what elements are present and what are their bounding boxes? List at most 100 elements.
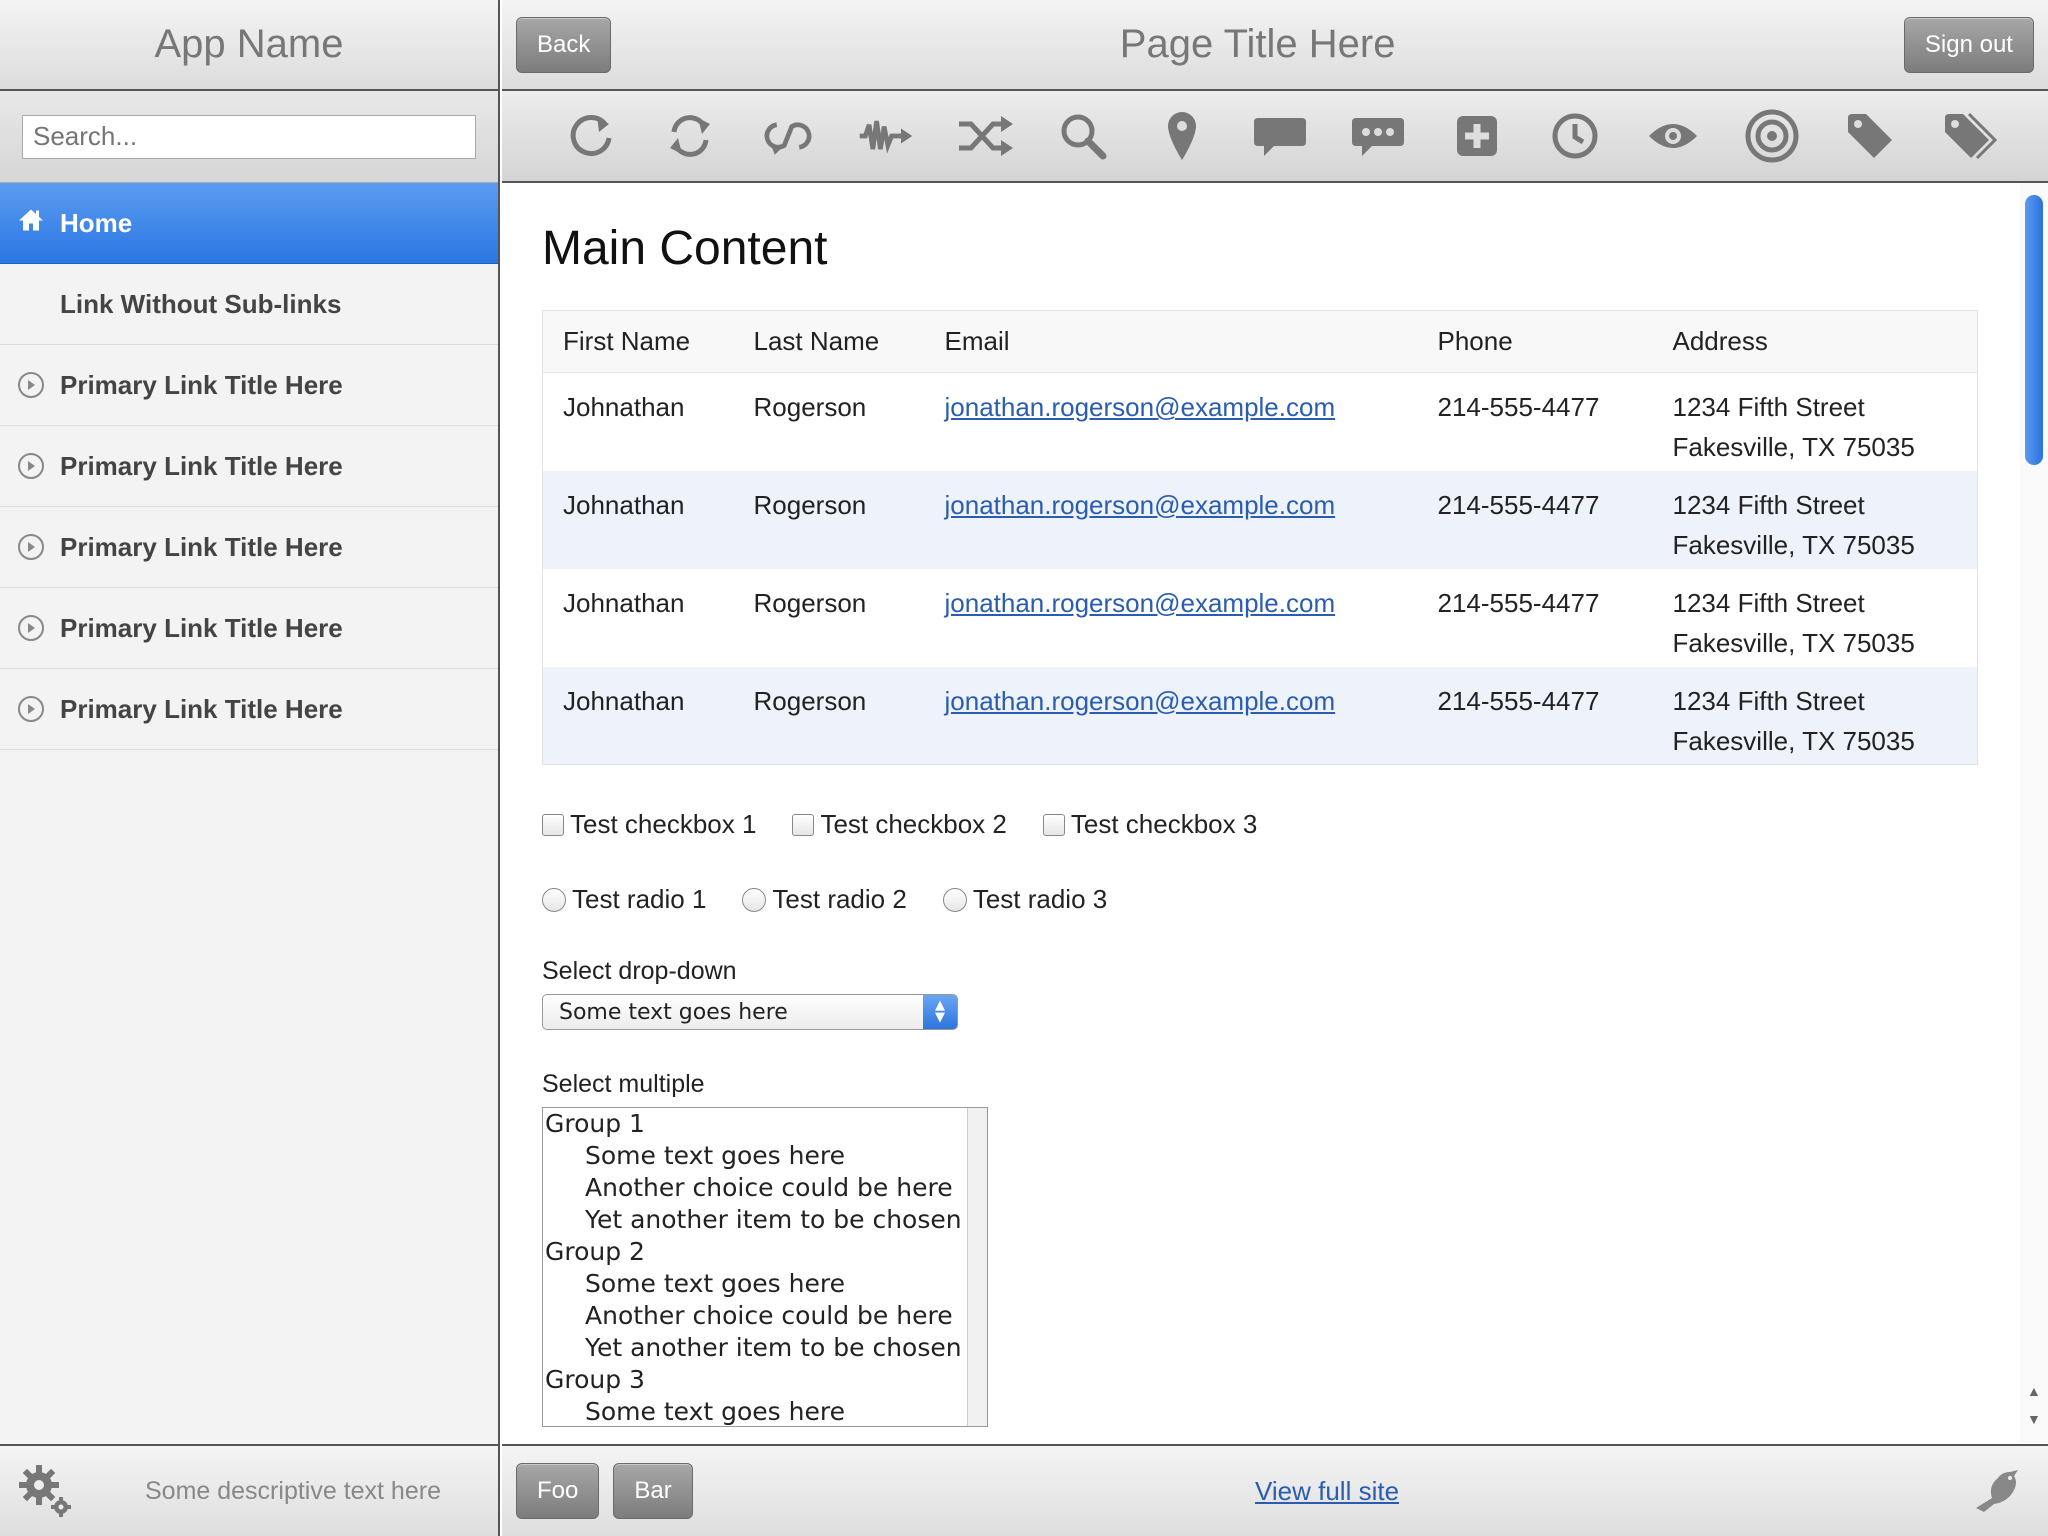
list-option[interactable]: Some text goes here: [545, 1268, 987, 1300]
checkbox-option[interactable]: Test checkbox 1: [542, 809, 756, 840]
optgroup-label: Group 2: [545, 1237, 645, 1266]
cell-first-name: Johnathan: [542, 470, 734, 569]
gear-icon[interactable]: [15, 1461, 75, 1521]
cell-phone: 214-555-4477: [1417, 666, 1653, 765]
checkbox[interactable]: [542, 813, 564, 836]
app-name-header: App Name: [0, 0, 498, 91]
plus-box-icon[interactable]: [1447, 106, 1507, 166]
sidebar-item-primary-link[interactable]: Primary Link Title Here: [0, 507, 498, 588]
checkbox[interactable]: [792, 813, 815, 836]
comment-icon[interactable]: [1348, 106, 1408, 166]
sidebar-item-primary-link[interactable]: Primary Link Title Here: [0, 426, 498, 507]
bar-button[interactable]: Bar: [613, 1463, 693, 1519]
scroll-down-arrow-icon[interactable]: ▼: [2027, 1411, 2041, 1427]
cell-email: jonathan.rogerson@example.com: [925, 373, 1418, 471]
list-option[interactable]: Another choice could be here: [545, 1172, 987, 1204]
scroll-up-arrow-icon[interactable]: ▲: [2027, 1383, 2041, 1399]
tags-icon[interactable]: [1939, 106, 1999, 166]
map-pin-icon[interactable]: [1152, 106, 1212, 166]
search-input[interactable]: [22, 114, 476, 159]
sidebar-item-primary-link[interactable]: Primary Link Title Here: [0, 345, 498, 426]
email-link[interactable]: jonathan.rogerson@example.com: [945, 490, 1336, 520]
speech-bubble-icon[interactable]: [1250, 106, 1310, 166]
content-scrollbar[interactable]: ▲ ▼: [2020, 183, 2048, 1443]
main-heading: Main Content: [542, 222, 828, 275]
cell-phone: 214-555-4477: [1417, 470, 1653, 569]
list-scrollbar[interactable]: [967, 1108, 987, 1426]
checkbox[interactable]: [1042, 813, 1065, 836]
checkbox-label: Test checkbox 3: [1070, 809, 1258, 839]
cell-address: 1234 Fifth Street Fakesville, TX 75035: [1652, 666, 1978, 765]
cell-last-name: Rogerson: [733, 666, 925, 765]
radio-option[interactable]: Test radio 1: [542, 884, 706, 915]
sidebar-item-label: Primary Link Title Here: [60, 693, 343, 724]
expand-arrow-icon: [18, 615, 44, 641]
checkbox-option[interactable]: Test checkbox 2: [792, 809, 1007, 840]
cell-last-name: Rogerson: [753, 587, 867, 618]
table-header-row: First Name Last Name Email Phone Address: [542, 310, 1978, 373]
sidebar-footer: Some descriptive text here: [0, 1444, 498, 1536]
radio-button[interactable]: [742, 887, 767, 912]
address-line-2: Fakesville, TX 75035: [1672, 432, 1915, 462]
loop-icon[interactable]: [758, 106, 818, 166]
sidebar-item-label: Primary Link Title Here: [60, 531, 343, 562]
table-row: Johnathan Rogerson jonathan.rogerson@exa…: [543, 373, 1978, 471]
radio-button[interactable]: [542, 887, 566, 912]
sidebar-nav: Home Link Without Sub-links Primary Link…: [0, 183, 498, 750]
list-option[interactable]: Another choice could be here: [545, 1300, 987, 1332]
sidebar-item-label: Primary Link Title Here: [60, 369, 343, 400]
list-option[interactable]: Some text goes here: [545, 1140, 987, 1172]
select-value: Some text goes here: [559, 999, 788, 1025]
search-icon[interactable]: [1053, 106, 1113, 166]
sync-icon[interactable]: [660, 106, 720, 166]
view-full-site-link[interactable]: View full site: [1255, 1476, 1399, 1507]
foo-button[interactable]: Foo: [516, 1463, 600, 1519]
clock-icon[interactable]: [1545, 106, 1605, 166]
eye-icon[interactable]: [1643, 106, 1703, 166]
sign-out-button[interactable]: Sign out: [1903, 16, 2034, 73]
address-line-1: 1234 Fifth Street: [1672, 587, 1865, 618]
table-row: Johnathan Rogerson jonathan.rogerson@exa…: [542, 470, 1978, 569]
back-button[interactable]: Back: [516, 16, 612, 73]
refresh-icon[interactable]: [561, 106, 621, 166]
select-dropdown[interactable]: Some text goes here ▲ ▼: [542, 994, 958, 1030]
shuffle-icon[interactable]: [955, 106, 1015, 166]
target-icon[interactable]: [1742, 106, 1802, 166]
radio-label: Test radio 1: [572, 884, 707, 914]
checkbox-option[interactable]: Test checkbox 3: [1042, 809, 1258, 840]
cell-phone: 214-555-4477: [1437, 587, 1600, 618]
sidebar-item-label: Primary Link Title Here: [60, 612, 343, 643]
sidebar-item-primary-link[interactable]: Primary Link Title Here: [0, 588, 498, 669]
address-line-2: Fakesville, TX 75035: [1672, 725, 1915, 756]
column-header: Phone: [1417, 310, 1653, 373]
tag-icon[interactable]: [1840, 106, 1900, 166]
email-link[interactable]: jonathan.rogerson@example.com: [945, 588, 1336, 618]
checkbox-label: Test checkbox 2: [820, 809, 1007, 839]
select-multiple-list[interactable]: Group 1 Some text goes here Another choi…: [542, 1107, 988, 1427]
main-content: Main Content First Name Last Name Email …: [502, 183, 2048, 1443]
list-option[interactable]: Some text goes here: [545, 1396, 987, 1426]
list-option[interactable]: Yet another item to be chosen: [545, 1332, 987, 1364]
email-link[interactable]: jonathan.rogerson@example.com: [945, 392, 1336, 422]
sidebar-item-primary-link[interactable]: Primary Link Title Here: [0, 669, 498, 750]
search-bar: [0, 91, 498, 183]
email-link[interactable]: jonathan.rogerson@example.com: [945, 686, 1336, 716]
sidebar-item-link-without-sublinks[interactable]: Link Without Sub-links: [0, 264, 498, 345]
icon-toolbar: [502, 91, 2048, 183]
list-option[interactable]: Yet another item to be chosen: [545, 1204, 987, 1236]
app-name: App Name: [154, 22, 344, 66]
cell-address: 1234 Fifth Street Fakesville, TX 75035: [1653, 373, 1978, 471]
radio-group: Test radio 1 Test radio 2 Test radio 3: [542, 884, 2008, 915]
page-title: Page Title Here: [1119, 22, 1396, 66]
address-line-1: 1234 Fifth Street: [1672, 489, 1865, 520]
radio-option[interactable]: Test radio 3: [942, 884, 1107, 915]
waveform-icon[interactable]: [856, 106, 916, 166]
sidebar-item-home[interactable]: Home: [0, 183, 498, 264]
scrollbar-thumb[interactable]: [2025, 195, 2043, 465]
address-line-1: 1234 Fifth Street: [1672, 685, 1865, 716]
radio-option[interactable]: Test radio 2: [742, 884, 907, 915]
cell-first-name: Johnathan: [563, 392, 685, 422]
app: App Name Home Link Without Sub-links Pri…: [0, 0, 2048, 1536]
radio-button[interactable]: [942, 887, 967, 912]
main-panel: Back Page Title Here Sign out Main Conte…: [502, 0, 2048, 1536]
